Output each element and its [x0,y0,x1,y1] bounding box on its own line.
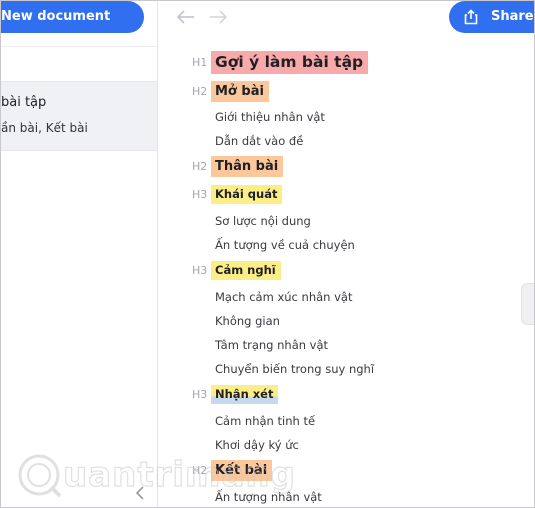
outline-editor[interactable]: H1 Gợi ý làm bài tập H2 Mở bài Giới thiệ… [157,1,534,507]
outline-item-text[interactable]: Sơ lược nội dung [215,209,311,233]
outline-row[interactable]: H2 Thân bài [157,155,527,179]
level-tag: H1 [192,56,208,69]
outline-row[interactable]: Mạch cảm xúc nhân vật [157,285,527,309]
app-window: New document bài tập ần bài, Kết bài Sha… [0,0,535,508]
document-item-subtitle: ần bài, Kết bài [1,121,88,135]
outline-row[interactable]: Chuyển biến trong suy nghĩ [157,357,527,381]
outline-item-text[interactable]: Tâm trạng nhân vật [215,333,328,357]
outline-row[interactable]: Tâm trạng nhân vật [157,333,527,357]
document-item-title: bài tập [1,95,47,110]
heading-text[interactable]: Gợi ý làm bài tập [211,51,369,74]
document-list-item[interactable]: bài tập ần bài, Kết bài [1,81,157,151]
new-document-button[interactable]: New document [1,1,144,33]
outline-item-text[interactable]: Dẫn dắt vào đề [215,129,303,153]
sidebar: New document bài tập ần bài, Kết bài [1,1,158,507]
outline-row[interactable]: Ấn tượng nhân vật [157,485,527,507]
sidebar-divider [1,46,157,47]
outline-row[interactable]: H1 Gợi ý làm bài tập [157,51,527,75]
heading-text[interactable]: Nhận xét [211,385,279,404]
outline-row[interactable]: Dẫn dắt vào đề [157,129,527,153]
outline-item-text[interactable]: Không gian [215,309,280,333]
outline-item-text[interactable]: Cảm nhận tinh tế [215,409,315,433]
outline-row[interactable]: Giới thiệu nhân vật [157,105,527,129]
outline-row[interactable]: Ấn tượng về cuả chuyện [157,233,527,257]
outline-item-text[interactable]: Giới thiệu nhân vật [215,105,325,129]
outline-row[interactable]: H3 Nhận xét [157,383,527,407]
level-tag: H3 [192,188,208,201]
heading-text[interactable]: Mở bài [211,81,269,102]
outline-item-text[interactable]: Khơi dậy ký ức [215,433,299,457]
heading-text[interactable]: Khái quát [211,185,283,204]
outline-item-text[interactable]: Mạch cảm xúc nhân vật [215,285,352,309]
outline-item-text[interactable]: Ấn tượng về cuả chuyện [215,233,355,257]
outline-row[interactable]: H3 Khái quát [157,183,527,207]
outline-row[interactable]: H2 Mở bài [157,80,527,104]
heading-text[interactable]: Cảm nghĩ [211,261,281,280]
outline-row[interactable]: Không gian [157,309,527,333]
level-tag: H3 [192,388,208,401]
scroll-handle[interactable] [521,283,534,325]
collapse-sidebar-icon[interactable] [133,483,149,503]
outline-item-text[interactable]: Chuyển biến trong suy nghĩ [215,357,374,381]
level-tag: H3 [192,264,208,277]
heading-text[interactable]: Thân bài [211,156,284,177]
outline-row[interactable]: H2 Kết bài [157,459,527,483]
outline-row[interactable]: H3 Cảm nghĩ [157,259,527,283]
new-document-label: New document [1,9,111,24]
outline-row[interactable]: Cảm nhận tinh tế [157,409,527,433]
heading-text[interactable]: Kết bài [211,460,273,481]
outline-row[interactable]: Khơi dậy ký ức [157,433,527,457]
outline-item-text[interactable]: Ấn tượng nhân vật [215,485,322,507]
level-tag: H2 [192,85,208,98]
outline-row[interactable]: Sơ lược nội dung [157,209,527,233]
level-tag: H2 [192,464,208,477]
level-tag: H2 [192,160,208,173]
